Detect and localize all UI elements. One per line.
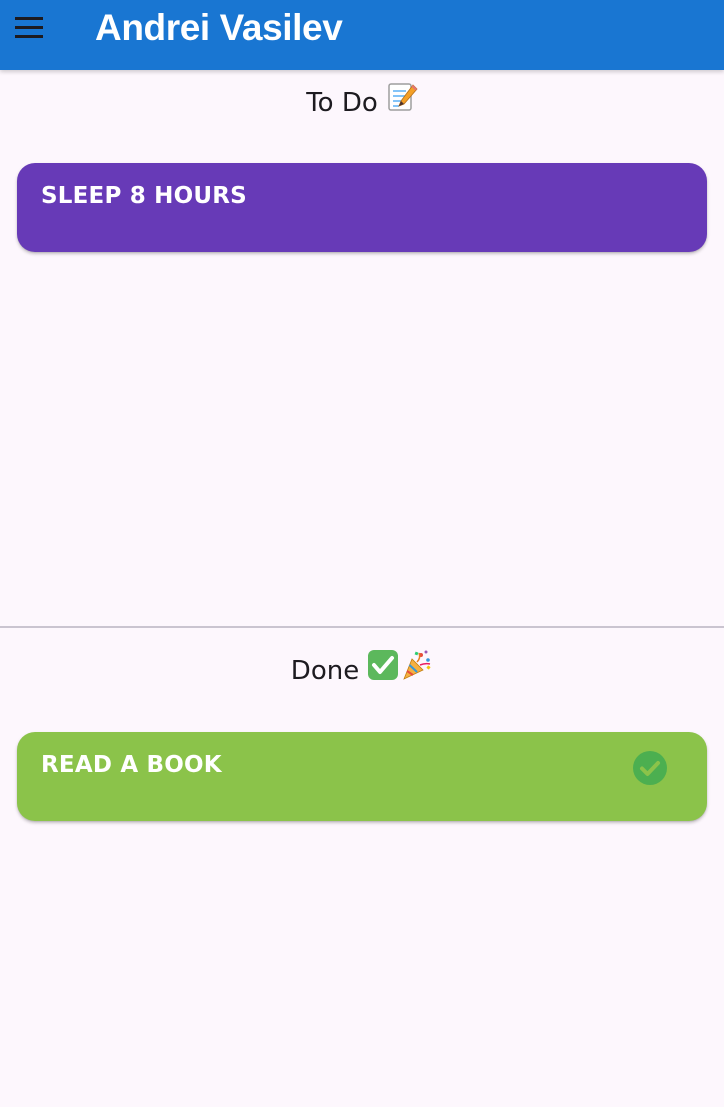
todo-section-title: To Do bbox=[0, 81, 724, 121]
todo-card-sleep[interactable]: SLEEP 8 HOURS bbox=[17, 163, 707, 252]
hamburger-menu-button[interactable] bbox=[12, 10, 46, 44]
done-section-title: Done bbox=[0, 649, 724, 689]
todo-card-label: SLEEP 8 HOURS bbox=[41, 183, 247, 209]
app-bar: Andrei Vasilev bbox=[0, 0, 724, 70]
hamburger-menu-icon bbox=[15, 17, 43, 38]
app-title: Andrei Vasilev bbox=[95, 7, 343, 48]
section-divider[interactable] bbox=[0, 626, 724, 628]
check-mark-button-icon bbox=[367, 649, 399, 693]
todo-title-text: To Do bbox=[306, 88, 378, 118]
party-popper-icon bbox=[401, 649, 433, 693]
done-card-read-book[interactable]: READ A BOOK bbox=[17, 732, 707, 821]
check-circle-icon[interactable] bbox=[632, 750, 668, 786]
memo-pencil-icon bbox=[386, 81, 418, 125]
done-title-text: Done bbox=[290, 656, 360, 686]
done-card-label: READ A BOOK bbox=[41, 752, 222, 778]
